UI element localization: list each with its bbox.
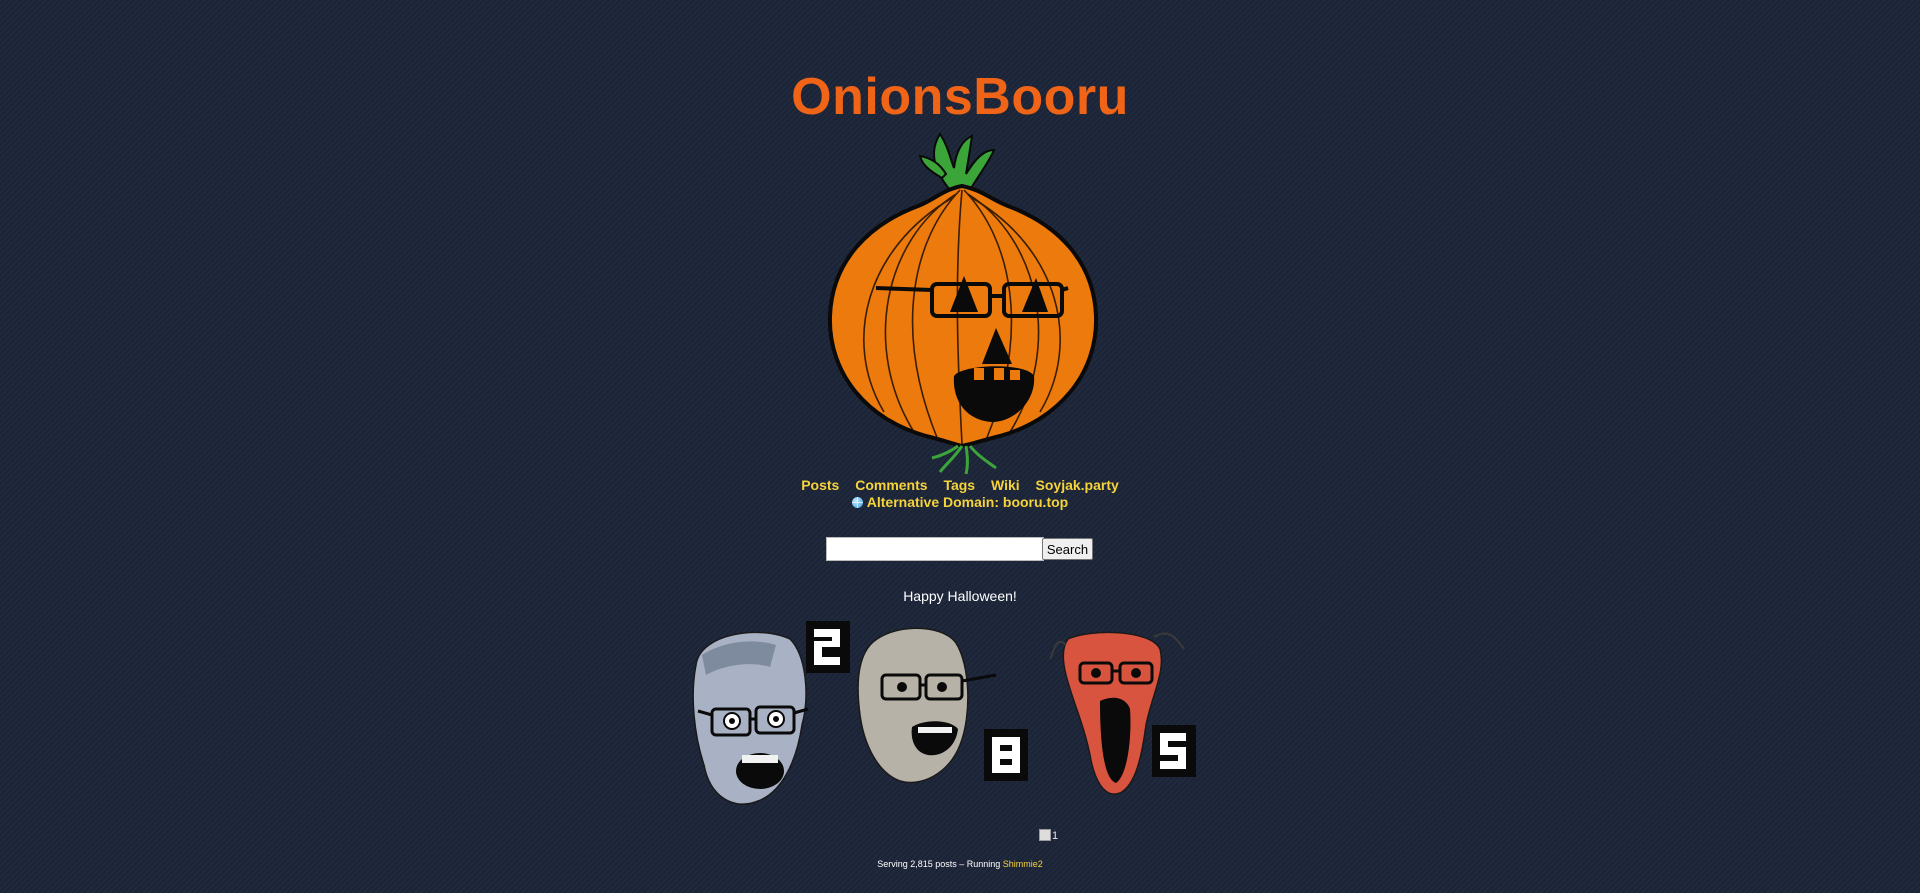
search-button[interactable]: Search (1042, 538, 1093, 560)
nav-comments[interactable]: Comments (855, 477, 927, 493)
globe-icon (851, 497, 863, 508)
counter-face-2 (857, 627, 997, 784)
nav-wiki[interactable]: Wiki (991, 477, 1020, 493)
footer-text: Serving 2,815 posts – Running (877, 859, 1003, 869)
search-input[interactable] (826, 537, 1044, 561)
onion-jack-o-lantern-icon[interactable] (822, 128, 1102, 474)
broken-image-icon (1039, 829, 1051, 841)
footer-shimmie-link[interactable]: Shimmie2 (1003, 859, 1043, 869)
halloween-message: Happy Halloween! (903, 588, 1017, 604)
counter-digit-5 (1152, 725, 1196, 777)
main-nav: Posts Comments Tags Wiki Soyjak.party (0, 476, 1920, 494)
nav-posts[interactable]: Posts (801, 477, 839, 493)
counter-digit-2 (806, 621, 850, 673)
post-counter (692, 621, 1196, 805)
counter-digit-8 (984, 729, 1028, 781)
counter-face-1 (692, 631, 809, 805)
broken-image-alt: 1 (1052, 830, 1059, 842)
footer: Serving 2,815 posts – Running Shimmie2 (0, 858, 1920, 870)
alt-domain-link[interactable]: Alternative Domain: booru.top (867, 494, 1068, 510)
nav-tags[interactable]: Tags (943, 477, 975, 493)
page: OnionsBooru Posts Comments Tags Wiki Soy… (0, 0, 1920, 893)
broken-image: 1 (1039, 829, 1058, 843)
nav-soyjak-party[interactable]: Soyjak.party (1036, 477, 1119, 493)
site-title[interactable]: OnionsBooru (0, 66, 1920, 128)
alt-domain: Alternative Domain: booru.top (0, 493, 1920, 511)
